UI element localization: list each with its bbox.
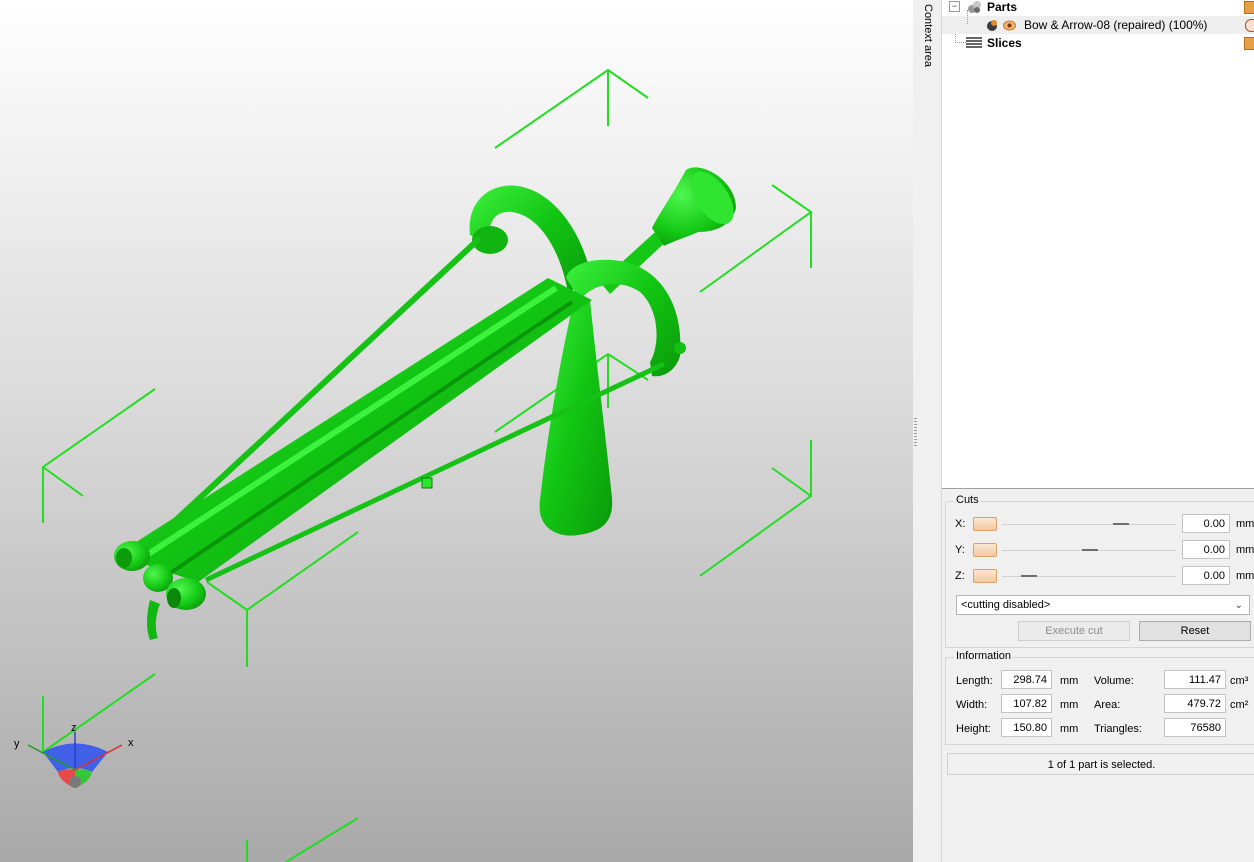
axis-gizmo[interactable]: z x y — [14, 722, 134, 788]
folder-icon[interactable] — [1244, 1, 1254, 14]
tree-item-slices[interactable]: Slices — [942, 34, 1254, 52]
axis-y-label: y — [14, 738, 20, 750]
cut-x-slider-thumb[interactable] — [1113, 523, 1129, 525]
cut-y-toggle[interactable] — [973, 543, 997, 557]
execute-cut-button[interactable]: Execute cut — [1018, 621, 1130, 641]
parts-tree[interactable]: − Parts Bow & Arrow-08 (repaired) (100%)… — [942, 0, 1254, 489]
reset-button[interactable]: Reset — [1139, 621, 1251, 641]
folder-icon[interactable] — [1244, 37, 1254, 50]
chevron-down-icon: ⌄ — [1234, 600, 1243, 611]
axis-z-label: z — [71, 722, 77, 734]
collapse-icon[interactable]: − — [949, 1, 960, 12]
slices-icon — [966, 37, 982, 49]
cuts-title: Cuts — [954, 494, 981, 506]
area-value: 479.72 — [1164, 694, 1226, 713]
height-value: 150.80 — [1001, 718, 1052, 737]
cut-y-value[interactable]: 0.00 — [1182, 540, 1230, 559]
axis-x-label: x — [128, 737, 134, 749]
context-area-label: Context area — [922, 4, 934, 67]
triangles-value: 76580 — [1164, 718, 1226, 737]
3d-viewport[interactable]: z x y — [0, 0, 913, 862]
height-label: Height: — [956, 723, 991, 735]
width-value: 107.82 — [1001, 694, 1052, 713]
triangles-label: Triangles: — [1094, 723, 1142, 735]
width-label: Width: — [956, 699, 988, 711]
cut-y-label: Y: — [955, 544, 965, 556]
cut-z-toggle[interactable] — [973, 569, 997, 583]
selection-status: 1 of 1 part is selected. — [947, 753, 1254, 775]
splitter-grip[interactable] — [914, 418, 917, 446]
cut-z-unit: mm — [1236, 570, 1254, 582]
cut-x-unit: mm — [1236, 518, 1254, 530]
cut-mode-select[interactable]: <cutting disabled> ⌄ — [956, 595, 1250, 615]
cut-z-slider-thumb[interactable] — [1021, 575, 1037, 577]
length-label: Length: — [956, 675, 993, 687]
tree-item-parts[interactable]: − Parts — [942, 0, 1254, 16]
remove-icon[interactable] — [1245, 19, 1254, 32]
parts-label: Parts — [987, 0, 1018, 14]
tree-line — [967, 10, 969, 24]
tree-item-part[interactable]: Bow & Arrow-08 (repaired) (100%) — [942, 10, 1254, 34]
cut-x-label: X: — [955, 518, 966, 530]
cut-mode-value: <cutting disabled> — [961, 599, 1051, 611]
viewport-canvas[interactable]: z x y — [0, 0, 913, 862]
tree-line — [955, 34, 966, 43]
width-unit: mm — [1060, 699, 1079, 711]
area-unit: cm² — [1230, 699, 1249, 711]
cut-y-unit: mm — [1236, 544, 1254, 556]
part-name: Bow & Arrow-08 (repaired) (100%) — [1024, 18, 1208, 32]
volume-label: Volume: — [1094, 675, 1134, 687]
volume-value: 111.47 — [1164, 670, 1226, 689]
length-value: 298.74 — [1001, 670, 1052, 689]
information-title: Information — [954, 650, 1014, 662]
area-label: Area: — [1094, 699, 1121, 711]
cut-x-slider[interactable] — [1002, 524, 1176, 526]
cut-y-slider-thumb[interactable] — [1082, 549, 1098, 551]
parts-group-icon — [967, 0, 981, 14]
cut-x-toggle[interactable] — [973, 517, 997, 531]
part-icon — [986, 19, 998, 31]
bow-and-arrow-model[interactable] — [114, 164, 742, 640]
cut-z-value[interactable]: 0.00 — [1182, 566, 1230, 585]
slices-label: Slices — [987, 36, 1022, 50]
height-unit: mm — [1060, 723, 1079, 735]
cut-x-value[interactable]: 0.00 — [1182, 514, 1230, 533]
context-area-tab[interactable]: Context area — [919, 0, 942, 862]
properties-panel: Cuts X: 0.00 mm Y: 0.00 mm Z: 0.00 mm <c… — [942, 489, 1254, 862]
length-unit: mm — [1060, 675, 1079, 687]
visibility-eye-icon[interactable] — [1003, 19, 1016, 31]
volume-unit: cm³ — [1230, 675, 1249, 687]
cut-z-label: Z: — [955, 570, 965, 582]
